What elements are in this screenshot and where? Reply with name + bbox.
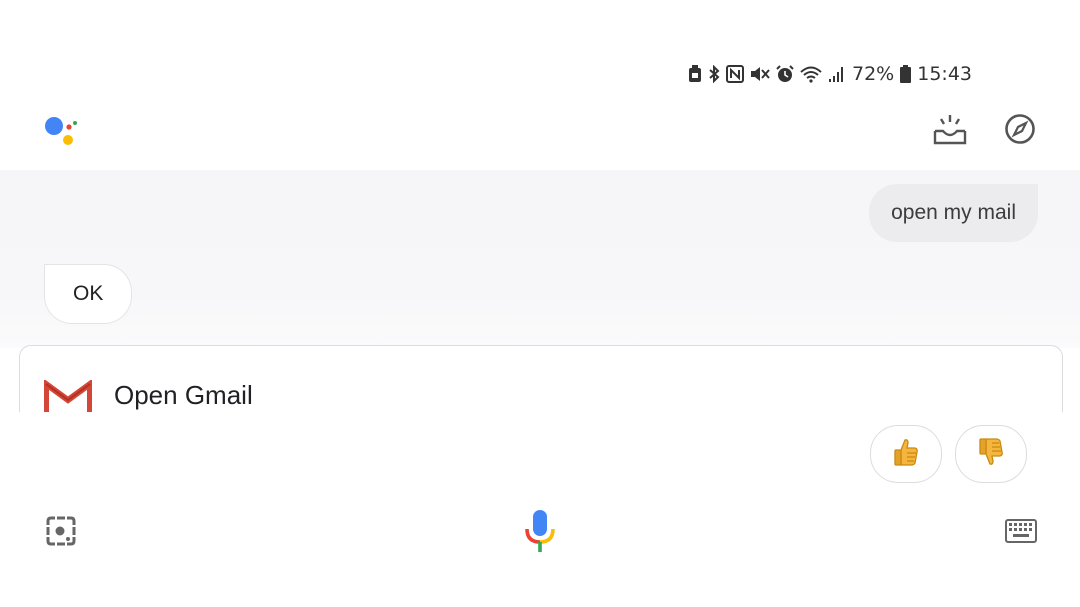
google-assistant-logo [42, 114, 82, 150]
keyboard-icon [1005, 518, 1037, 548]
keyboard-button[interactable] [1004, 518, 1038, 548]
assistant-reply-text: OK [73, 282, 104, 305]
conversation-area: open my mail OK [0, 170, 1080, 348]
assistant-reply-bubble: OK [44, 264, 133, 324]
user-message-text: open my mail [891, 201, 1016, 224]
updates-button[interactable] [932, 113, 968, 149]
microphone-button[interactable] [520, 508, 560, 559]
nfc-icon [726, 65, 744, 83]
lens-icon [45, 515, 77, 552]
compass-icon [1004, 113, 1036, 150]
lens-button[interactable] [44, 516, 78, 550]
card-title: Open Gmail [114, 380, 253, 410]
alarm-icon [776, 65, 794, 83]
nfc-tag-icon [688, 65, 702, 83]
assistant-screen: 72% 15:43 open my mail OK Open Gmail [0, 0, 1080, 607]
updates-tray-icon [933, 113, 967, 150]
explore-button[interactable] [1002, 113, 1038, 149]
status-bar: 72% 15:43 [688, 62, 972, 86]
thumbs-down-button[interactable] [955, 425, 1027, 483]
gmail-icon [43, 378, 93, 416]
signal-icon [828, 65, 846, 83]
thumbs-down-icon [978, 437, 1004, 472]
wifi-icon [800, 65, 822, 83]
battery-percent: 72% [852, 63, 895, 85]
microphone-icon [520, 508, 560, 559]
user-message-bubble: open my mail [869, 184, 1038, 242]
thumbs-up-icon [893, 437, 919, 472]
mute-icon [750, 65, 770, 83]
bluetooth-icon [708, 65, 720, 83]
clock: 15:43 [917, 63, 972, 85]
thumbs-up-button[interactable] [870, 425, 942, 483]
battery-icon [900, 65, 912, 83]
